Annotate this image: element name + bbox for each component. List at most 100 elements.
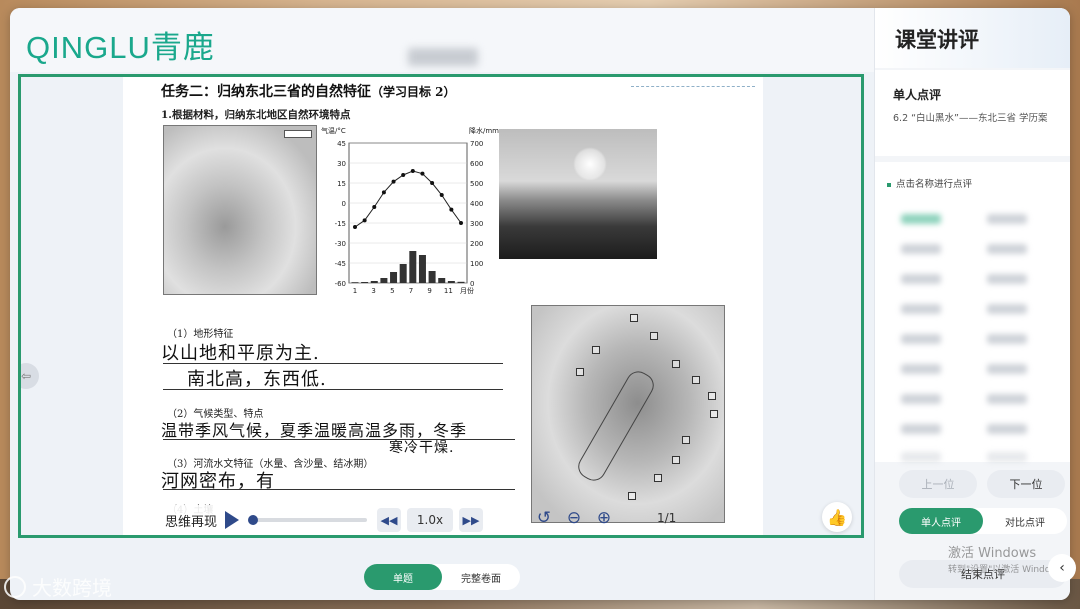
map-marker (628, 492, 636, 500)
student-name[interactable] (987, 452, 1027, 462)
compare-review-button[interactable]: 对比点评 (983, 508, 1067, 534)
answer-terrain-2: 南北高，东西低. (187, 369, 327, 390)
chart-x-tick: 3 (371, 287, 375, 295)
chart-right-tick: 500 (470, 180, 483, 188)
task-title: 任务二：归纳东北三省的自然特征（学习目标 2） (161, 84, 456, 100)
answer-line (163, 389, 503, 390)
student-name[interactable] (987, 214, 1027, 224)
student-name[interactable] (987, 364, 1027, 374)
fast-forward-icon[interactable]: ▶▶ (459, 508, 484, 532)
climate-chart: 气温/°C 降水/mm 45 30 15 0 -15 -30 -45 -60 700 600 500… (319, 123, 503, 299)
answer-viewer[interactable]: ⇦ 任务二：归纳东北三省的自然特征（学习目标 2） 1.根据材料，归纳东北地区自… (18, 74, 864, 538)
map-marker (576, 368, 584, 376)
temp-point (362, 218, 367, 223)
student-name[interactable] (901, 394, 941, 404)
chart-x-tick: 9 (427, 287, 431, 295)
map-marker (692, 376, 700, 384)
answer-terrain-1: 以山地和平原为主. (161, 343, 320, 364)
temp-point (372, 205, 377, 209)
corner-watermark: 大数跨境 (4, 572, 112, 601)
student-name[interactable] (901, 304, 941, 314)
temp-point (459, 221, 463, 225)
app-window: QINGLU青鹿 ⇦ 任务二：归纳东北三省的自然特征（学习目标 2） 1.根据材… (10, 8, 1070, 600)
temp-point (439, 193, 444, 197)
temp-point (353, 225, 357, 229)
tab-single-question[interactable]: 单题 (364, 564, 442, 590)
chart-left-tick: 0 (342, 200, 346, 208)
student-name[interactable] (987, 244, 1027, 254)
section-terrain-label: （1）地形特征 (167, 329, 234, 340)
student-name[interactable] (987, 334, 1027, 344)
map-marker (630, 314, 638, 322)
next-student-button[interactable]: 下一位 (987, 470, 1065, 498)
slider-knob[interactable] (248, 515, 259, 525)
rewind-icon[interactable]: ◀◀ (377, 508, 402, 532)
watermark-logo-icon (4, 575, 26, 598)
precip-bar (447, 281, 455, 283)
chart-right-tick: 400 (470, 200, 483, 208)
map-scale (284, 130, 312, 138)
chart-right-tick: 200 (470, 240, 483, 248)
temp-point (449, 207, 454, 212)
student-name[interactable] (901, 274, 941, 284)
review-info-card: 单人点评 6.2 “白山黑水”——东北三省 学历案 (875, 70, 1070, 156)
student-name[interactable] (901, 334, 941, 344)
panel-header: 课堂讲评 (875, 8, 1070, 68)
precip-bar (390, 272, 398, 283)
chart-x-tick: 11 (444, 287, 453, 295)
precip-bar (438, 278, 446, 283)
chart-left-tick: 15 (337, 180, 346, 188)
thumbs-up-icon[interactable]: 👍 (822, 502, 852, 532)
map-annotation-box (573, 367, 659, 485)
temp-point (430, 181, 435, 185)
student-name[interactable] (901, 244, 941, 254)
single-review-button[interactable]: 单人点评 (899, 508, 983, 534)
list-hint: 点击名称进行点评 (887, 176, 972, 190)
map-marker (682, 436, 690, 444)
speed-selector[interactable]: 1.0x (407, 508, 454, 532)
map-marker (672, 456, 680, 464)
chart-x-tick: 5 (390, 287, 394, 295)
student-name[interactable] (901, 424, 941, 434)
precip-bar (399, 264, 407, 283)
chart-right-tick: 300 (470, 220, 483, 228)
zoom-in-icon[interactable]: ⊕ (593, 507, 615, 529)
student-name[interactable] (987, 424, 1027, 434)
zoom-out-icon[interactable]: ⊖ (563, 507, 585, 529)
student-name[interactable] (901, 364, 941, 374)
chart-right-tick: 100 (470, 260, 483, 268)
tab-full-paper[interactable]: 完整卷面 (442, 564, 520, 590)
map-marker (708, 392, 716, 400)
collapse-handle-icon[interactable]: ⇦ (21, 363, 39, 389)
chart-right-tick: 700 (470, 140, 483, 148)
precip-bar (428, 271, 436, 283)
chevron-left-icon[interactable]: ‹ (1048, 554, 1076, 582)
student-name[interactable] (987, 274, 1027, 284)
precip-bar (351, 282, 359, 283)
lesson-name: 6.2 “白山黑水”——东北三省 学历案 (893, 113, 1048, 124)
temp-point (420, 171, 425, 176)
student-name[interactable] (987, 304, 1027, 314)
answer-line (163, 363, 503, 364)
map-marker (592, 346, 600, 354)
review-panel: 课堂讲评 单人点评 6.2 “白山黑水”——东北三省 学历案 点击名称进行点评 (874, 8, 1070, 600)
map-marker (650, 332, 658, 340)
page-indicator: 1/1 (657, 511, 677, 525)
student-name[interactable] (901, 452, 941, 462)
student-name[interactable] (987, 394, 1027, 404)
temp-point (410, 169, 415, 173)
sun-glare (573, 147, 607, 181)
playback-label: 思维再现 (165, 514, 218, 530)
rotate-icon[interactable]: ↺ (533, 507, 555, 529)
precip-bar (380, 278, 388, 283)
student-name-selected[interactable] (901, 214, 941, 224)
play-icon[interactable] (225, 511, 240, 529)
review-mode-toggle: 单人点评 对比点评 (899, 508, 1067, 534)
qinglu-logo: QINGLU青鹿 (26, 30, 215, 65)
review-mode-title: 单人点评 (893, 88, 942, 102)
map-zoom-tools: ↺ ⊖ ⊕ (533, 507, 615, 529)
chart-right-tick: 600 (470, 160, 483, 168)
prev-student-button[interactable]: 上一位 (899, 470, 977, 498)
playback-slider[interactable] (248, 515, 368, 525)
temp-point (401, 173, 406, 177)
